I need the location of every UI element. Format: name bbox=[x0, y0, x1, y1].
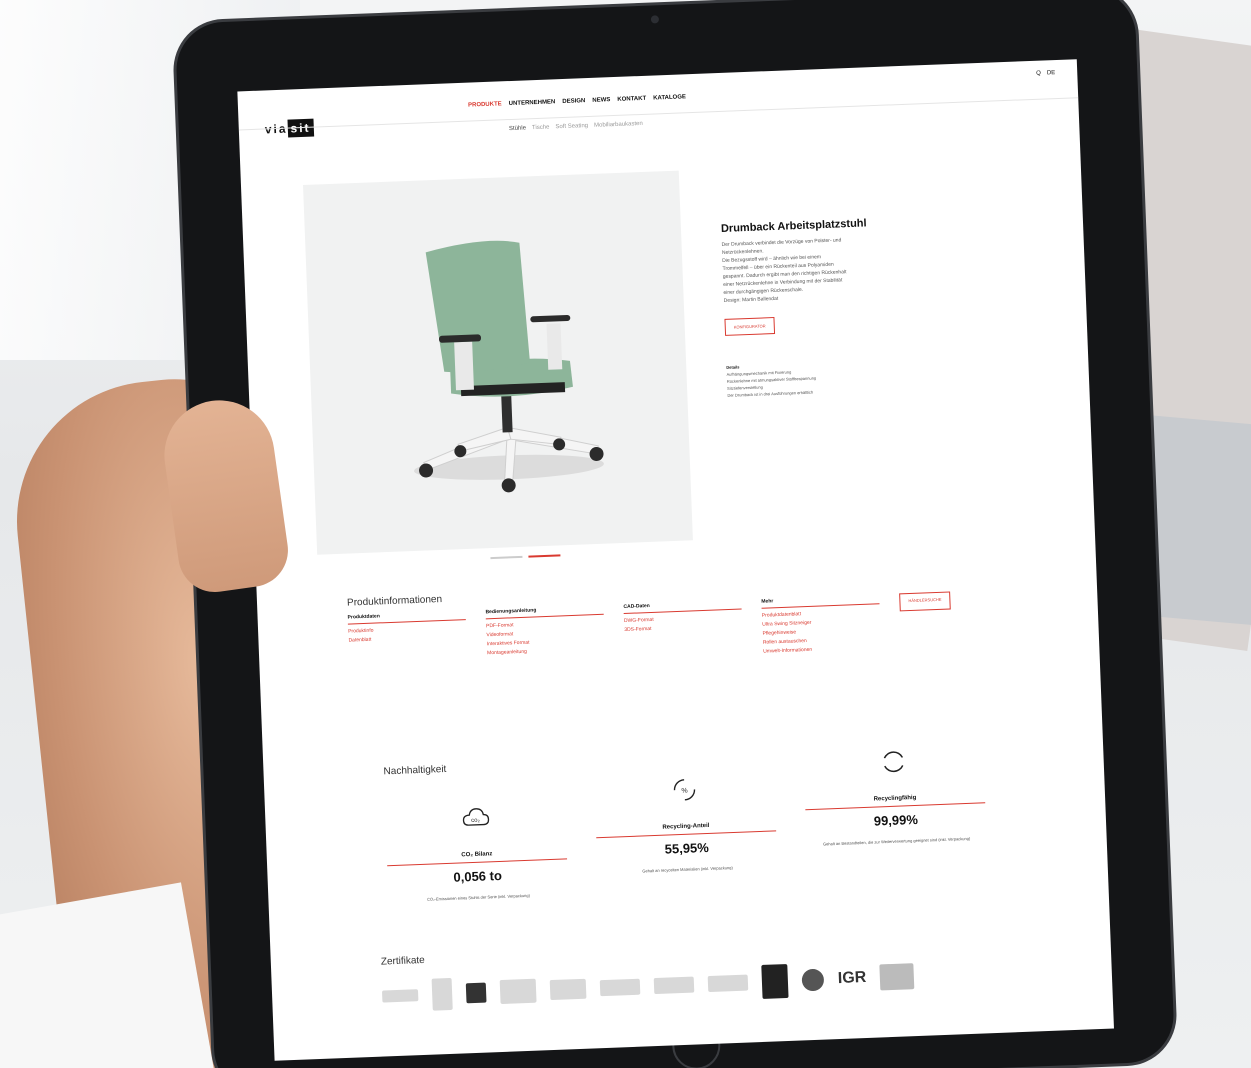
igr-logo: IGR bbox=[837, 968, 867, 988]
design-award-icon bbox=[465, 982, 487, 1004]
language-selector[interactable]: DE bbox=[1047, 70, 1056, 76]
metric-value: 99,99% bbox=[873, 811, 919, 829]
nav-item-design[interactable]: DESIGN bbox=[562, 98, 585, 105]
info-link[interactable]: Umwelt-Informationen bbox=[763, 644, 881, 655]
product-image bbox=[303, 170, 693, 555]
front-camera-icon bbox=[650, 15, 660, 24]
subnav-item-soft-seating[interactable]: Soft Seating bbox=[555, 123, 588, 130]
detail-line: Rückenlehne mit atmungsaktiver Stoffbesp… bbox=[726, 375, 817, 384]
pefc-label-icon bbox=[879, 963, 915, 991]
sustainability-section: Nachhaltigkeit co₂ CO₂ Bilanz 0,056 to C… bbox=[383, 743, 1003, 902]
carousel-dot[interactable] bbox=[490, 555, 523, 560]
subnav-item-tische[interactable]: Tische bbox=[532, 125, 550, 132]
info-column: CAD-Daten DWG-Format 3DS-Format bbox=[623, 599, 743, 662]
product-description: Drumback Arbeitsplatzstuhl Der Drumback … bbox=[721, 216, 908, 399]
info-column: Bedienungsanleitung PDF-Format Videoform… bbox=[485, 604, 605, 668]
carousel-dot-active[interactable] bbox=[528, 554, 561, 558]
nav-item-news[interactable]: NEWS bbox=[592, 97, 610, 104]
product-details: Details Aufhängungsmechanik mit Fixierun… bbox=[726, 357, 907, 399]
recycling-percent-icon: % bbox=[673, 779, 696, 801]
product-title: Drumback Arbeitsplatzstuhl bbox=[720, 217, 867, 235]
metric-label: Recyclingfähig bbox=[804, 792, 986, 811]
metric-label: Recycling-Anteil bbox=[595, 820, 777, 839]
metric-value: 0,056 to bbox=[453, 867, 503, 885]
info-column: Produktdaten Produktinfo Datenblatt bbox=[347, 610, 468, 673]
quality-label-icon bbox=[549, 978, 587, 1001]
detail-line: Sitztiefenverstellung bbox=[727, 384, 763, 391]
image-carousel-indicator bbox=[490, 554, 561, 560]
metric-note: CO₂-Emissionen eines Stuhls der Serie (i… bbox=[426, 892, 531, 902]
tablet-device: viasit PRODUKTE UNTERNEHMEN DESIGN NEWS … bbox=[174, 0, 1176, 1068]
nav-item-unternehmen[interactable]: UNTERNEHMEN bbox=[509, 99, 556, 107]
metric-note: Gehalt an recycelten Materialien (inkl. … bbox=[642, 865, 733, 874]
round-seal-icon bbox=[801, 968, 825, 992]
metric-note: Gehalt an Bestandteilen, die zur Weiterv… bbox=[822, 835, 971, 847]
metric-recycling-share: % Recycling-Anteil 55,95% Gehalt an recy… bbox=[594, 771, 778, 876]
product-information-section: Produktinformationen Produktdaten Produk… bbox=[347, 571, 1049, 674]
innovation-award-icon bbox=[499, 978, 537, 1005]
search-icon[interactable]: Q bbox=[1036, 71, 1041, 77]
nav-item-kataloge[interactable]: KATALOGE bbox=[653, 94, 686, 101]
info-column: Mehr Produktdatenblatt Ultra Swing Sitzn… bbox=[761, 594, 881, 657]
details-title: Details bbox=[726, 364, 740, 370]
column-heading: CAD-Daten bbox=[623, 599, 742, 615]
award-ribbon-icon bbox=[431, 977, 453, 1011]
quality-office-icon bbox=[761, 964, 789, 999]
subnav-item-mobiliar[interactable]: Mobiliarbaukasten bbox=[594, 121, 643, 129]
svg-text:%: % bbox=[681, 788, 687, 795]
sub-nav: Stühle Tische Soft Seating Mobiliarbauka… bbox=[509, 121, 643, 132]
info-link[interactable]: Montageanleitung bbox=[487, 646, 605, 657]
detail-line: Der Drumback ist in drei Ausführungen er… bbox=[727, 389, 814, 398]
ergonomics-certificate-icon bbox=[653, 976, 695, 995]
column-heading: Bedienungsanleitung bbox=[485, 604, 604, 620]
configurator-button[interactable]: KONFIGURATOR bbox=[724, 317, 775, 336]
svg-text:co₂: co₂ bbox=[471, 818, 481, 824]
column-heading: Mehr bbox=[761, 594, 880, 609]
co2-cloud-icon: co₂ bbox=[462, 808, 490, 826]
header-divider bbox=[238, 97, 1079, 131]
site-header: viasit PRODUKTE UNTERNEHMEN DESIGN NEWS … bbox=[237, 59, 1079, 151]
eco-certificate-icon bbox=[707, 974, 749, 993]
winner-award-icon bbox=[381, 989, 419, 1003]
nav-item-kontakt[interactable]: KONTAKT bbox=[617, 96, 646, 103]
certificates-section: Zertifikate IGR bbox=[381, 930, 1063, 1013]
gs-certificate-icon bbox=[599, 978, 641, 997]
info-link[interactable]: 3DS-Format bbox=[624, 622, 742, 633]
column-heading: Produktdaten bbox=[347, 610, 466, 625]
tablet-screen-webpage: viasit PRODUKTE UNTERNEHMEN DESIGN NEWS … bbox=[237, 59, 1114, 1061]
metric-recyclable: Recyclingfähig 99,99% Gehalt an Bestandt… bbox=[803, 743, 987, 848]
metric-value: 55,95% bbox=[664, 839, 710, 857]
dealer-search-button[interactable]: HÄNDLERSUCHE bbox=[899, 591, 951, 612]
nav-item-produkte[interactable]: PRODUKTE bbox=[468, 101, 502, 108]
recyclable-arrows-icon bbox=[883, 751, 904, 773]
info-link[interactable]: Datenblatt bbox=[348, 633, 466, 644]
shirt-sleeve bbox=[0, 882, 216, 1068]
product-desc-text: Der Drumback verbindet die Vorzüge von P… bbox=[721, 234, 903, 305]
office-chair-image bbox=[414, 240, 604, 493]
main-nav: PRODUKTE UNTERNEHMEN DESIGN NEWS KONTAKT… bbox=[468, 94, 686, 108]
subnav-item-stuehle[interactable]: Stühle bbox=[509, 125, 526, 132]
metric-label: CO₂ Bilanz bbox=[386, 848, 568, 867]
header-utilities: Q DE bbox=[1036, 70, 1055, 77]
photo-scene: viasit PRODUKTE UNTERNEHMEN DESIGN NEWS … bbox=[0, 0, 1251, 1068]
metric-co2: co₂ CO₂ Bilanz 0,056 to CO₂-Emissionen e… bbox=[385, 799, 569, 904]
